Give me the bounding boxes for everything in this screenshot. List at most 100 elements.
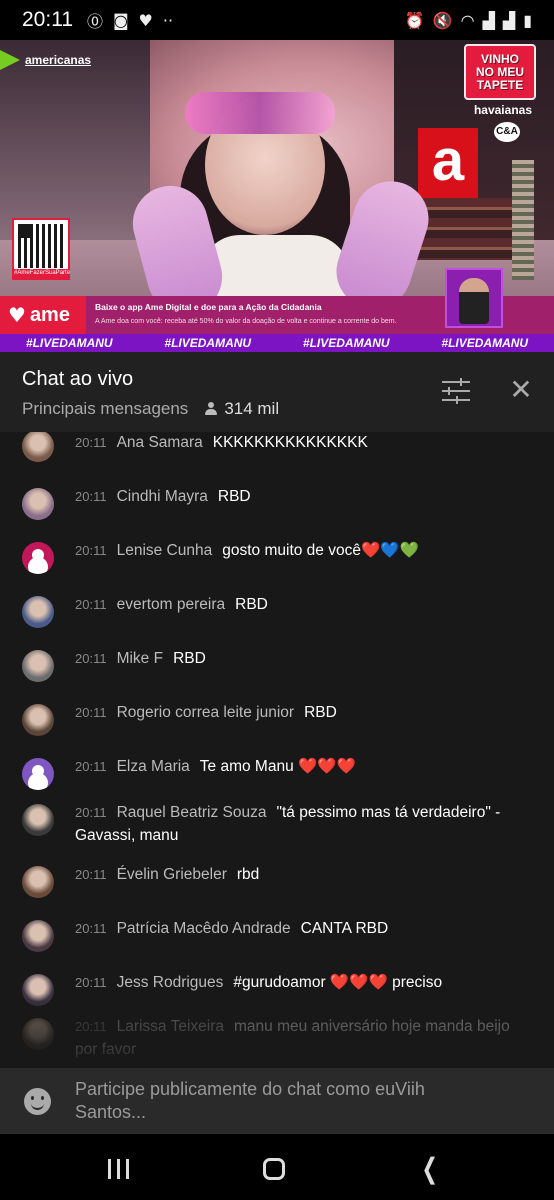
message-body: RBD <box>217 488 251 505</box>
message-author[interactable]: Elza Maria <box>117 758 190 775</box>
message-author[interactable]: evertom pereira <box>117 596 226 613</box>
message-time: 20:11 <box>75 975 107 990</box>
message-time: 20:11 <box>75 597 107 612</box>
avatar[interactable] <box>22 920 54 952</box>
avatar[interactable] <box>22 866 54 898</box>
sign-language-interpreter <box>445 268 503 328</box>
avatar[interactable] <box>22 1018 54 1050</box>
chat-message-list[interactable]: 20:11 Ana Samara KKKKKKKKKKKKKKK 20:11 Cindh… <box>0 432 554 1068</box>
chat-message-text: 20:11 Larissa Teixeira manu meu aniversári… <box>75 1015 524 1061</box>
mute-icon: 🔇 <box>432 10 453 30</box>
data-saver-icon: ⓪ <box>87 12 104 31</box>
message-body: CANTA RBD <box>300 920 389 937</box>
americanas-logo: americanas <box>0 50 91 70</box>
battery-icon: ▮ <box>523 10 532 30</box>
message-author[interactable]: Évelin Griebeler <box>117 866 227 883</box>
chat-message-text: 20:11 Évelin Griebeler rbd <box>75 863 524 886</box>
americanas-a-logo: a <box>418 128 478 198</box>
more-dots-icon: ·· <box>162 10 174 30</box>
message-body: rbd <box>236 866 260 883</box>
message-body: RBD <box>173 650 206 667</box>
instagram-icon: ◙ <box>113 10 129 30</box>
message-time: 20:11 <box>75 651 107 666</box>
avatar[interactable] <box>22 596 54 628</box>
chat-message-text: 20:11 Jess Rodrigues #gurudoamor ❤️❤️❤️ pr… <box>75 971 524 994</box>
message-body: Te amo Manu ❤️❤️❤️ <box>199 758 356 775</box>
vinho-no-meu-tapete-logo: VINHO NO MEU TAPETE <box>464 44 536 100</box>
heart-icon: ♥ <box>8 303 26 327</box>
message-time: 20:11 <box>75 435 107 450</box>
message-time: 20:11 <box>75 705 107 720</box>
message-time: 20:11 <box>75 867 107 882</box>
chat-message-text: 20:11 Raquel Beatriz Souza "tá pessimo mas… <box>75 801 524 847</box>
chat-message-text: 20:11 evertom pereira RBD <box>75 593 524 616</box>
qr-code: #AmeFazerSuaParte <box>12 218 70 280</box>
americanas-flag-icon <box>0 50 20 70</box>
chat-message-text: 20:11 Rogerio correa leite junior RBD <box>75 701 524 724</box>
chat-header: Chat ao vivo Principais mensagens 314 mi… <box>0 352 554 432</box>
clock: 20:11 <box>22 8 73 31</box>
message-author[interactable]: Larissa Teixeira <box>117 1018 224 1035</box>
message-author[interactable]: Jess Rodrigues <box>117 974 224 991</box>
close-chat-button[interactable]: ✕ <box>506 376 536 406</box>
promo-line-2: A Ame doa com você: receba até 50% do va… <box>95 318 397 325</box>
ame-logo: ♥ ame <box>8 303 70 327</box>
home-icon[interactable] <box>263 1158 285 1180</box>
chat-filter-settings-button[interactable] <box>442 378 472 404</box>
avatar[interactable] <box>22 432 54 462</box>
message-time: 20:11 <box>75 805 107 820</box>
message-author[interactable]: Raquel Beatriz Souza <box>117 804 267 821</box>
signal-icon: ▟ <box>502 10 516 30</box>
message-body: #gurudoamor ❤️❤️❤️ preciso <box>233 974 443 991</box>
chat-message-text: 20:11 Mike F RBD <box>75 647 524 670</box>
avatar[interactable] <box>22 758 54 790</box>
avatar[interactable] <box>22 488 54 520</box>
message-author[interactable]: Lenise Cunha <box>117 542 213 559</box>
chat-message-text: 20:11 Lenise Cunha gosto muito de você❤️💙💚 <box>75 539 524 562</box>
person-icon <box>204 402 218 416</box>
chat-message-text: 20:11 Patrícia Macêdo Andrade CANTA RBD <box>75 917 524 940</box>
emoji-icon[interactable] <box>24 1088 51 1115</box>
system-nav-bar: ❮ <box>0 1134 554 1200</box>
chat-title: Chat ao vivo <box>22 368 134 390</box>
havaianas-logo: havaianas <box>473 103 532 117</box>
back-icon[interactable]: ❮ <box>422 1152 438 1185</box>
avatar[interactable] <box>22 704 54 736</box>
message-time: 20:11 <box>75 1019 107 1034</box>
chat-filter-label[interactable]: Principais mensagens <box>22 399 188 419</box>
message-author[interactable]: Rogerio correa leite junior <box>117 704 294 721</box>
message-author[interactable]: Ana Samara <box>117 434 203 451</box>
message-time: 20:11 <box>75 759 107 774</box>
message-time: 20:11 <box>75 921 107 936</box>
message-body: RBD <box>304 704 337 721</box>
avatar[interactable] <box>22 804 54 836</box>
chat-filter-row: Principais mensagens 314 mil <box>22 399 279 419</box>
heart-icon: ♥ <box>138 10 153 30</box>
promo-line-1: Baixe o app Ame Digital e doe para a Açã… <box>95 302 322 312</box>
chat-message-text: 20:11 Cindhi Mayra RBD <box>75 485 524 508</box>
ca-logo: C&A <box>494 122 520 142</box>
status-bar: 20:11 ⓪ ◙ ♥ ·· ⏰ 🔇 ◠ ▟ ▟ ▮ <box>0 0 554 40</box>
chat-input-bar: Participe publicamente do chat como euVi… <box>0 1068 554 1134</box>
message-author[interactable]: Cindhi Mayra <box>117 488 208 505</box>
message-body: gosto muito de você❤️💙💚 <box>222 542 419 559</box>
chat-message-text: 20:11 Ana Samara KKKKKKKKKKKKKKK <box>75 432 524 454</box>
hashtag-strip: #LIVEDAMANU #LIVEDAMANU #LIVEDAMANU #LIV… <box>0 334 554 352</box>
avatar[interactable] <box>22 974 54 1006</box>
recent-apps-icon[interactable] <box>108 1159 130 1179</box>
avatar[interactable] <box>22 542 54 574</box>
viewer-count: 314 mil <box>204 399 279 419</box>
avatar[interactable] <box>22 650 54 682</box>
message-time: 20:11 <box>75 543 107 558</box>
chat-input[interactable]: Participe publicamente do chat como euVi… <box>75 1078 495 1124</box>
message-body: RBD <box>235 596 268 613</box>
hair-bow <box>185 92 335 134</box>
alarm-icon: ⏰ <box>404 10 425 30</box>
signal-icon: ▟ <box>482 10 495 30</box>
chat-message-text: 20:11 Elza Maria Te amo Manu ❤️❤️❤️ <box>75 755 524 778</box>
live-video-player[interactable]: a americanas VINHO NO MEU TAPETE havaian… <box>0 40 554 352</box>
message-author[interactable]: Mike F <box>117 650 164 667</box>
message-time: 20:11 <box>75 489 107 504</box>
wifi-icon: ◠ <box>460 10 475 30</box>
message-author[interactable]: Patrícia Macêdo Andrade <box>117 920 291 937</box>
